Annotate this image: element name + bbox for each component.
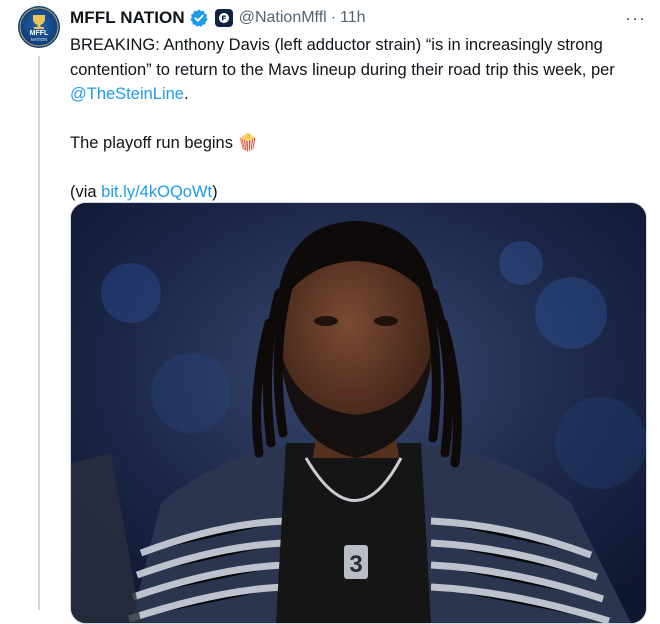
tweet-media-photo[interactable]: 3	[70, 202, 647, 624]
mffl-logo-icon: MFFL NATION	[19, 7, 59, 47]
author-name[interactable]: MFFL NATION	[70, 8, 185, 28]
popcorn-emoji-icon: 🍿	[237, 134, 259, 152]
tweet-paragraph-1: BREAKING: Anthony Davis (left adductor s…	[70, 33, 650, 107]
avatar[interactable]: MFFL NATION	[18, 6, 60, 48]
player-photo: 3	[71, 203, 646, 623]
separator-dot: ·	[330, 9, 337, 26]
via-prefix: (via	[70, 183, 102, 201]
verified-badge-icon	[190, 9, 208, 27]
author-handle[interactable]: @NationMffl	[239, 9, 327, 27]
via-suffix: )	[212, 183, 218, 201]
tweet-text-line1-end: .	[184, 85, 189, 103]
tweet-text-line2: The playoff run begins	[70, 134, 238, 152]
tweet-text: BREAKING: Anthony Davis (left adductor s…	[70, 33, 650, 205]
tweet-header: MFFL NATION @NationMffl · 11h ···	[70, 6, 646, 30]
avatar-text-top: MFFL	[30, 30, 49, 37]
thread-line	[38, 56, 40, 610]
tweet-paragraph-3: (via bit.ly/4kOQoWt)	[70, 180, 650, 205]
more-options-icon[interactable]: ···	[625, 8, 646, 29]
mention-link[interactable]: @TheSteinLine	[70, 85, 184, 103]
tweet-text-line1: BREAKING: Anthony Davis (left adductor s…	[70, 36, 615, 79]
pendant-number: 3	[349, 551, 362, 578]
affiliate-badge-icon[interactable]	[214, 9, 233, 27]
avatar-text-bottom: NATION	[31, 37, 48, 42]
short-link[interactable]: bit.ly/4kOQoWt	[101, 183, 212, 201]
timestamp[interactable]: 11h	[340, 9, 366, 27]
tweet-paragraph-2: The playoff run begins 🍿	[70, 131, 650, 156]
